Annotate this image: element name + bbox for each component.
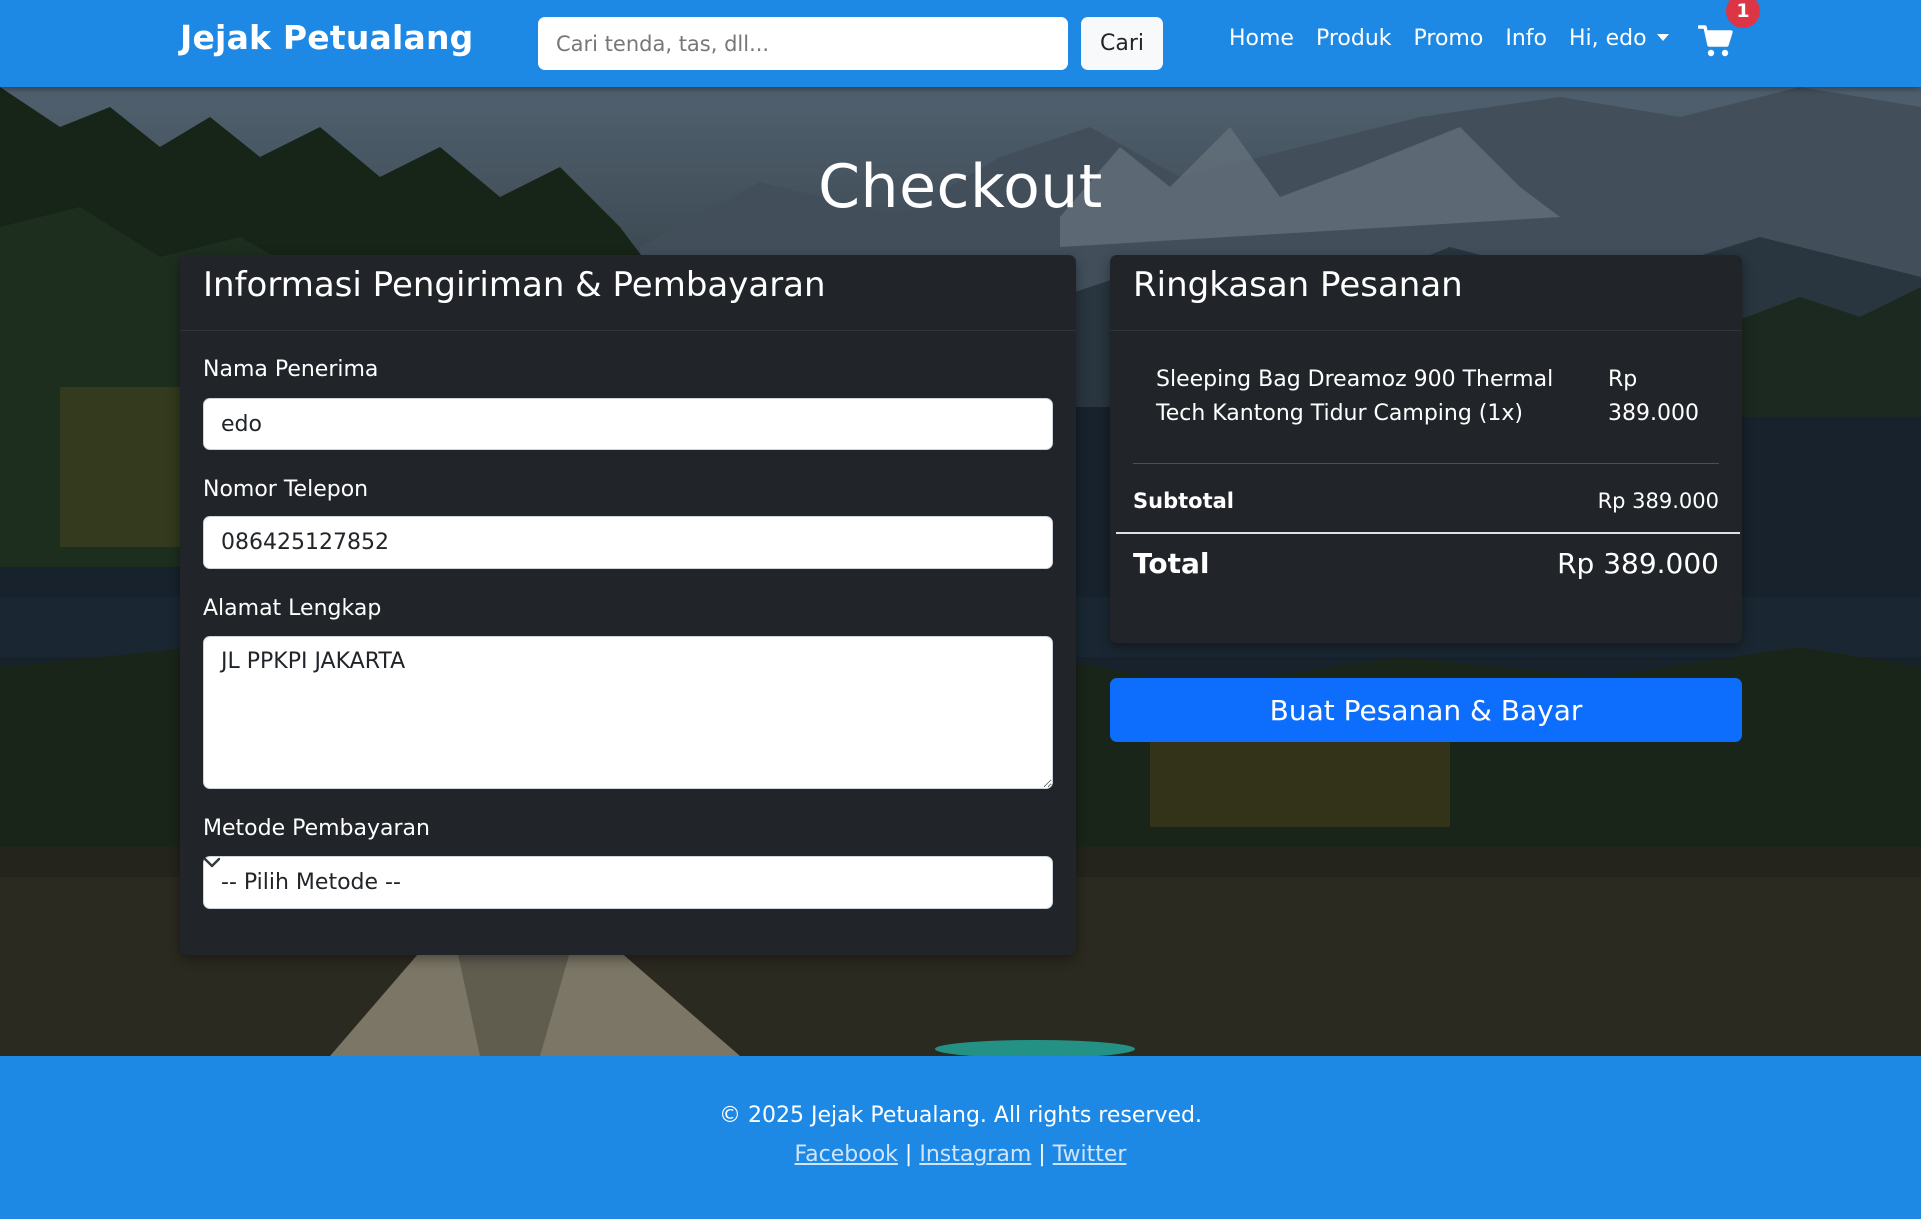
footer-link-twitter[interactable]: Twitter bbox=[1053, 1142, 1127, 1167]
nav-link-promo[interactable]: Promo bbox=[1414, 26, 1484, 51]
summary-divider bbox=[1133, 463, 1719, 464]
phone-label: Nomor Telepon bbox=[203, 477, 369, 502]
shipping-card-title: Informasi Pengiriman & Pembayaran bbox=[180, 255, 1076, 331]
payment-method-label: Metode Pembayaran bbox=[203, 816, 430, 841]
subtotal-value: Rp 389.000 bbox=[1597, 489, 1719, 513]
chevron-down-icon bbox=[1656, 33, 1669, 41]
subtotal-label: Subtotal bbox=[1133, 489, 1234, 513]
footer-separator: | bbox=[1038, 1142, 1046, 1167]
payment-method-select[interactable]: -- Pilih Metode -- bbox=[203, 856, 1053, 909]
shopping-cart-icon bbox=[1697, 25, 1733, 57]
footer-separator: | bbox=[904, 1142, 913, 1167]
phone-number-input[interactable] bbox=[203, 516, 1053, 569]
page-title: Checkout bbox=[818, 152, 1103, 222]
total-label: Total bbox=[1133, 547, 1210, 580]
navbar: Jejak Petualang Cari Home Produk Promo I… bbox=[0, 0, 1921, 87]
order-summary-card: Ringkasan Pesanan Sleeping Bag Dreamoz 9… bbox=[1110, 255, 1742, 643]
payment-method-select-wrapper: -- Pilih Metode -- bbox=[203, 856, 1053, 909]
address-label: Alamat Lengkap bbox=[203, 596, 382, 621]
brand-logo[interactable]: Jejak Petualang bbox=[180, 18, 473, 57]
total-row: Total Rp 389.000 bbox=[1133, 547, 1719, 580]
address-textarea[interactable]: JL PPKPI JAKARTA bbox=[203, 636, 1053, 789]
footer-links: Facebook | Instagram | Twitter bbox=[0, 1142, 1921, 1167]
cart-button[interactable] bbox=[1697, 24, 1734, 58]
search-button[interactable]: Cari bbox=[1081, 17, 1163, 70]
user-menu-label: Hi, edo bbox=[1568, 26, 1647, 51]
footer-link-facebook[interactable]: Facebook bbox=[795, 1142, 898, 1167]
name-label: Nama Penerima bbox=[203, 357, 379, 382]
total-value: Rp 389.000 bbox=[1557, 547, 1719, 580]
nav-links: Home Produk Promo Info Hi, edo bbox=[1229, 26, 1669, 51]
subtotal-row: Subtotal Rp 389.000 bbox=[1133, 489, 1719, 513]
shipping-form-card: Informasi Pengiriman & Pembayaran Nama P… bbox=[180, 255, 1076, 955]
footer-link-instagram[interactable]: Instagram bbox=[919, 1142, 1031, 1167]
order-item-price: Rp 389.000 bbox=[1608, 367, 1699, 426]
search-input[interactable] bbox=[538, 17, 1068, 70]
summary-card-title: Ringkasan Pesanan bbox=[1110, 255, 1742, 331]
recipient-name-input[interactable] bbox=[203, 398, 1053, 450]
footer: © 2025 Jejak Petualang. All rights reser… bbox=[0, 1056, 1921, 1219]
hero-section: Checkout Informasi Pengiriman & Pembayar… bbox=[0, 87, 1921, 1056]
total-divider bbox=[1116, 532, 1740, 534]
cart-count-badge: 1 bbox=[1726, 0, 1760, 28]
order-item-name: Sleeping Bag Dreamoz 900 Thermal Tech Ka… bbox=[1156, 367, 1554, 426]
nav-link-produk[interactable]: Produk bbox=[1316, 26, 1392, 51]
nav-link-info[interactable]: Info bbox=[1505, 26, 1547, 51]
place-order-pay-button[interactable]: Buat Pesanan & Bayar bbox=[1110, 678, 1742, 742]
copyright-text: © 2025 Jejak Petualang. All rights reser… bbox=[719, 1103, 1202, 1128]
nav-link-home[interactable]: Home bbox=[1229, 26, 1294, 51]
user-menu-dropdown[interactable]: Hi, edo bbox=[1569, 26, 1669, 51]
